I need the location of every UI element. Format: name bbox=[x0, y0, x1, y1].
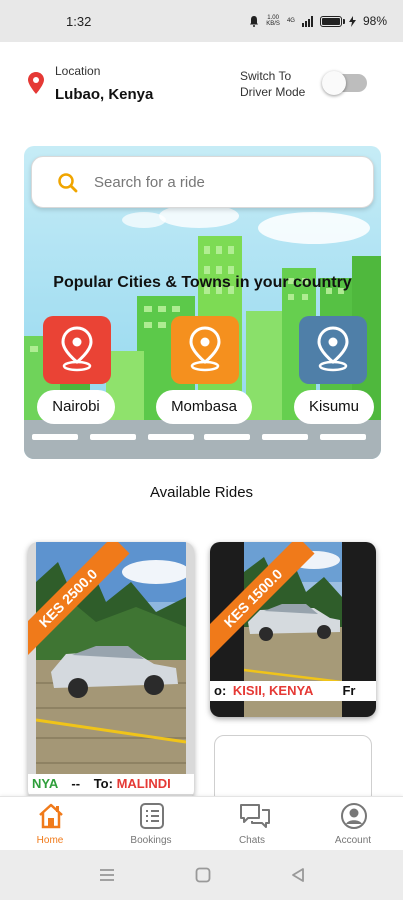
ride-card[interactable]: KES 2500.0 NYA -- To: MALINDI bbox=[28, 542, 194, 800]
nav-label: Home bbox=[36, 835, 64, 846]
bookings-icon bbox=[140, 803, 164, 829]
to-location: KISII, KENYA bbox=[232, 683, 313, 698]
charging-icon bbox=[348, 15, 356, 27]
city-tile-kisumu[interactable] bbox=[299, 316, 367, 384]
toggle-knob bbox=[322, 71, 346, 95]
popular-cities-title: Popular Cities & Towns in your country bbox=[53, 274, 352, 291]
location-label: Location bbox=[55, 64, 101, 78]
alarm-icon bbox=[250, 16, 259, 27]
home-system-icon[interactable] bbox=[195, 867, 211, 883]
location-pin-icon bbox=[61, 326, 93, 372]
nav-label: Account bbox=[334, 835, 372, 846]
from-prefix: Fr bbox=[342, 683, 356, 698]
ride-card-placeholder[interactable] bbox=[214, 735, 372, 805]
driver-mode-toggle[interactable] bbox=[322, 71, 367, 95]
system-navigation-bar bbox=[0, 850, 403, 900]
city-chip-nairobi[interactable]: Nairobi bbox=[37, 390, 115, 424]
network-type: 4G bbox=[286, 18, 295, 24]
available-rides-title: Available Rides bbox=[149, 484, 254, 501]
status-time: 1:32 bbox=[66, 13, 92, 29]
to-location: MALINDI bbox=[116, 776, 171, 791]
network-speed: 1.00 KB/S bbox=[266, 15, 280, 27]
nav-label: Chats bbox=[238, 835, 266, 846]
route-strip: o: KISII, KENYA Fr bbox=[210, 681, 376, 701]
search-icon bbox=[58, 173, 78, 193]
nav-bookings[interactable]: Bookings bbox=[101, 797, 201, 851]
ride-card[interactable]: KES 1500.0 o: KISII, KENYA Fr bbox=[210, 542, 376, 717]
status-bar: 1:32 1.00 KB/S 4G 98% bbox=[0, 0, 403, 42]
battery-percent: 98% bbox=[362, 14, 387, 28]
to-prefix: o: bbox=[214, 683, 227, 698]
recent-apps-icon[interactable] bbox=[99, 867, 115, 883]
location-pin-icon bbox=[189, 326, 221, 372]
search-bar[interactable]: Search for a ride bbox=[31, 156, 374, 208]
popular-cities-banner: Search for a ride Popular Cities & Towns… bbox=[24, 146, 381, 459]
search-input[interactable]: Search for a ride bbox=[94, 174, 205, 191]
road-marking bbox=[262, 434, 308, 440]
road-marking bbox=[320, 434, 366, 440]
city-tile-nairobi[interactable] bbox=[43, 316, 111, 384]
road-marking bbox=[90, 434, 136, 440]
status-icons: 1.00 KB/S 4G 98% bbox=[249, 14, 387, 28]
nav-home[interactable]: Home bbox=[0, 797, 100, 851]
battery-icon bbox=[319, 15, 345, 27]
route-strip: NYA -- To: MALINDI bbox=[28, 774, 194, 794]
location-value[interactable]: Lubao, Kenya bbox=[55, 86, 153, 103]
city-chip-kisumu[interactable]: Kisumu bbox=[294, 390, 374, 424]
road-marking bbox=[148, 434, 194, 440]
to-prefix: To: bbox=[93, 776, 113, 791]
bottom-navigation: Home Bookings Chats Account bbox=[0, 796, 403, 850]
back-icon[interactable] bbox=[290, 867, 306, 883]
city-chip-mombasa[interactable]: Mombasa bbox=[156, 390, 252, 424]
account-icon bbox=[341, 803, 367, 829]
car-photo bbox=[36, 542, 186, 777]
route-separator: -- bbox=[71, 776, 81, 791]
nav-account[interactable]: Account bbox=[303, 797, 403, 851]
network-speed-unit: KB/S bbox=[266, 21, 280, 27]
road-marking bbox=[204, 434, 250, 440]
chats-icon bbox=[240, 804, 270, 828]
from-location: NYA bbox=[32, 776, 58, 791]
signal-icon bbox=[301, 15, 313, 27]
home-icon bbox=[39, 803, 63, 829]
location-header: Location Lubao, Kenya Switch To Driver M… bbox=[0, 60, 403, 110]
location-pin-icon bbox=[28, 72, 44, 94]
nav-label: Bookings bbox=[130, 835, 172, 846]
location-pin-icon bbox=[317, 326, 349, 372]
nav-chats[interactable]: Chats bbox=[202, 797, 302, 851]
city-tile-mombasa[interactable] bbox=[171, 316, 239, 384]
road-marking bbox=[32, 434, 78, 440]
driver-mode-label: Switch To Driver Mode bbox=[240, 69, 306, 99]
